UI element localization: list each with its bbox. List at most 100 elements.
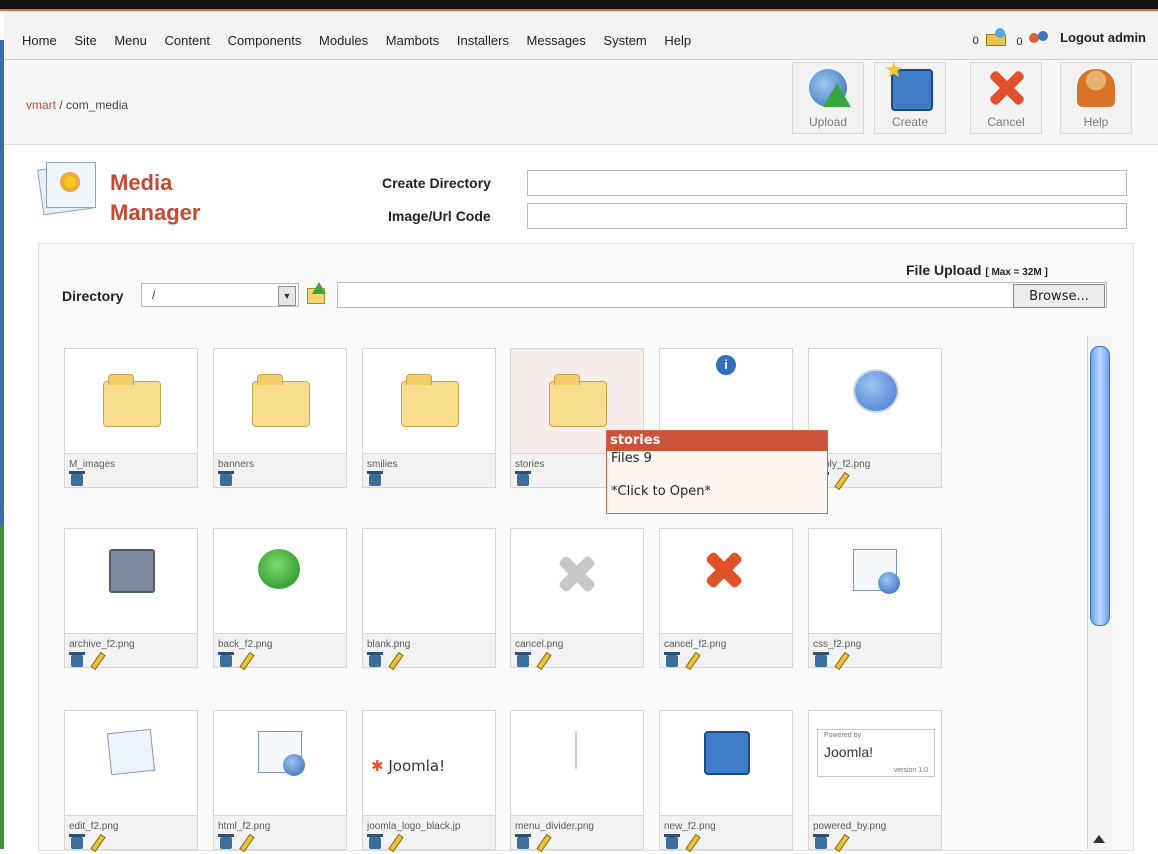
- trash-icon[interactable]: [367, 834, 383, 849]
- trash-icon[interactable]: [69, 471, 85, 486]
- help-button[interactable]: Help: [1060, 62, 1132, 134]
- media-tile[interactable]: menu_divider.png: [510, 710, 644, 850]
- logout-link[interactable]: Logout admin: [1060, 30, 1146, 45]
- menu-messages[interactable]: Messages: [527, 33, 586, 48]
- tile-actions: [367, 834, 401, 849]
- pencil-icon[interactable]: [387, 835, 401, 849]
- pencil-icon[interactable]: [89, 835, 103, 849]
- menu-home[interactable]: Home: [22, 33, 57, 48]
- trash-icon[interactable]: [367, 652, 383, 667]
- tile-thumbnail[interactable]: Powered by Joomla! version 1.0: [809, 711, 941, 816]
- browse-button[interactable]: Browse...: [1013, 284, 1105, 308]
- breadcrumb-link[interactable]: vmart: [26, 98, 56, 112]
- tile-name: menu_divider.png: [515, 821, 594, 832]
- trash-icon[interactable]: [813, 652, 829, 667]
- users-status[interactable]: 0: [1016, 27, 1050, 48]
- pencil-icon[interactable]: [89, 653, 103, 667]
- menu-mambots[interactable]: Mambots: [386, 33, 439, 48]
- tile-thumbnail[interactable]: [809, 529, 941, 634]
- tile-thumbnail[interactable]: [65, 711, 197, 816]
- folder-up-icon[interactable]: [306, 282, 328, 304]
- tile-thumbnail[interactable]: [809, 349, 941, 454]
- pencil-icon[interactable]: [684, 653, 698, 667]
- trash-icon[interactable]: [664, 652, 680, 667]
- media-tile[interactable]: cancel_f2.png: [659, 528, 793, 668]
- html-file-icon: [258, 731, 305, 776]
- trash-icon[interactable]: [69, 834, 85, 849]
- scroll-up-arrow-icon[interactable]: [1093, 835, 1105, 843]
- pencil-icon[interactable]: [387, 653, 401, 667]
- tile-name: powered_by.png: [813, 821, 887, 832]
- file-upload-field[interactable]: [337, 282, 1107, 308]
- media-tile[interactable]: css_f2.png: [808, 528, 942, 668]
- tile-actions: [515, 834, 549, 849]
- cancel-button[interactable]: Cancel: [970, 62, 1042, 134]
- trash-icon[interactable]: [515, 652, 531, 667]
- upload-button[interactable]: Upload: [792, 62, 864, 134]
- trash-icon[interactable]: [664, 834, 680, 849]
- tile-thumbnail[interactable]: [65, 349, 197, 454]
- menu-system[interactable]: System: [603, 33, 646, 48]
- menu-modules[interactable]: Modules: [319, 33, 368, 48]
- media-tile[interactable]: Powered by Joomla! version 1.0 powered_b…: [808, 710, 942, 850]
- trash-icon[interactable]: [69, 652, 85, 667]
- chevron-down-icon[interactable]: ▼: [278, 286, 296, 306]
- media-manager-logo-icon: [36, 160, 96, 222]
- joomla-logo: ✱ Joomla!: [371, 757, 446, 775]
- menu-site[interactable]: Site: [74, 33, 96, 48]
- tile-thumbnail[interactable]: [660, 529, 792, 634]
- trash-icon[interactable]: [218, 834, 234, 849]
- media-tile[interactable]: blank.png: [362, 528, 496, 668]
- messages-status[interactable]: 0: [973, 28, 1007, 47]
- media-tile[interactable]: smilies: [362, 348, 496, 488]
- create-label: Create: [891, 115, 929, 129]
- media-tile[interactable]: M_images: [64, 348, 198, 488]
- pencil-icon[interactable]: [238, 653, 252, 667]
- tile-thumbnail[interactable]: [363, 349, 495, 454]
- pencil-icon[interactable]: [833, 473, 847, 487]
- tile-actions: [69, 652, 103, 667]
- tile-thumbnail[interactable]: [511, 711, 643, 816]
- create-directory-input[interactable]: [527, 170, 1127, 196]
- trash-icon[interactable]: [515, 834, 531, 849]
- pencil-icon[interactable]: [535, 653, 549, 667]
- menu-help[interactable]: Help: [664, 33, 691, 48]
- image-url-code-input[interactable]: [527, 203, 1127, 229]
- media-tile[interactable]: html_f2.png: [213, 710, 347, 850]
- pencil-icon[interactable]: [684, 835, 698, 849]
- media-tile[interactable]: cancel.png: [510, 528, 644, 668]
- pencil-icon[interactable]: [833, 835, 847, 849]
- tile-thumbnail[interactable]: [363, 529, 495, 634]
- media-tile[interactable]: apply_f2.png: [808, 348, 942, 488]
- pencil-icon[interactable]: [833, 653, 847, 667]
- menu-components[interactable]: Components: [228, 33, 302, 48]
- pencil-icon[interactable]: [238, 835, 252, 849]
- pencil-icon[interactable]: [535, 835, 549, 849]
- menu-menu[interactable]: Menu: [114, 33, 147, 48]
- tile-thumbnail[interactable]: [660, 711, 792, 816]
- media-tile[interactable]: archive_f2.png: [64, 528, 198, 668]
- scrollbar-thumb[interactable]: [1090, 346, 1110, 626]
- directory-select[interactable]: / ▼: [141, 283, 299, 307]
- vertical-scrollbar[interactable]: [1087, 336, 1112, 849]
- trash-icon[interactable]: [367, 471, 383, 486]
- media-tile[interactable]: back_f2.png: [213, 528, 347, 668]
- tile-thumbnail[interactable]: [65, 529, 197, 634]
- menu-content[interactable]: Content: [165, 33, 211, 48]
- trash-icon[interactable]: [813, 834, 829, 849]
- tile-thumbnail[interactable]: [214, 711, 346, 816]
- tile-thumbnail[interactable]: [214, 349, 346, 454]
- media-tile[interactable]: banners: [213, 348, 347, 488]
- media-tile[interactable]: ✱ Joomla! joomla_logo_black.jp: [362, 710, 496, 850]
- tile-thumbnail[interactable]: [511, 529, 643, 634]
- media-tile[interactable]: new_f2.png: [659, 710, 793, 850]
- menu-installers[interactable]: Installers: [457, 33, 509, 48]
- trash-icon[interactable]: [218, 652, 234, 667]
- media-tile[interactable]: edit_f2.png: [64, 710, 198, 850]
- tile-thumbnail[interactable]: [214, 529, 346, 634]
- trash-icon[interactable]: [515, 471, 531, 486]
- tile-thumbnail[interactable]: ✱ Joomla!: [363, 711, 495, 816]
- trash-icon[interactable]: [218, 471, 234, 486]
- menu-items: Home Site Menu Content Components Module…: [22, 33, 705, 48]
- create-button[interactable]: Create: [874, 62, 946, 134]
